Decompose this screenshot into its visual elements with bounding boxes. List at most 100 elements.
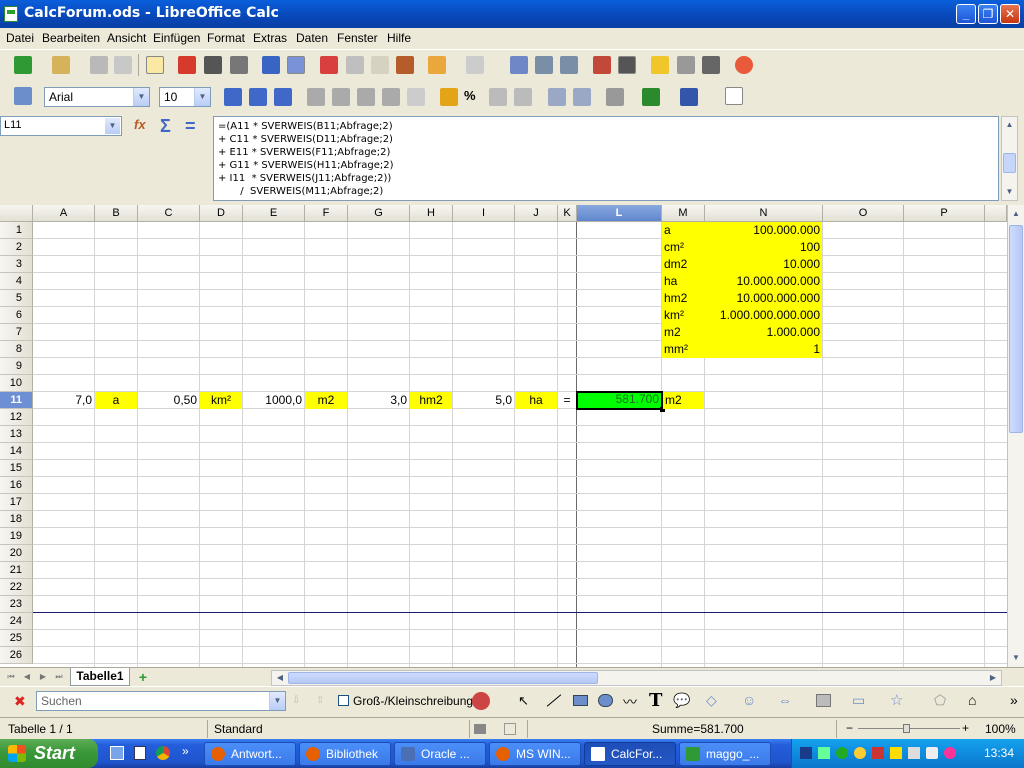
tray-volume-icon[interactable] (908, 747, 920, 759)
column-header[interactable]: B (95, 205, 138, 222)
cell-a11[interactable]: 7,0 (33, 392, 94, 409)
menu-extras[interactable]: Extras (253, 31, 287, 45)
column-header[interactable]: J (515, 205, 558, 222)
copy-icon[interactable] (346, 56, 364, 74)
cell-f11[interactable]: m2 (305, 392, 347, 409)
menu-fenster[interactable]: Fenster (337, 31, 378, 45)
help-icon[interactable] (735, 56, 753, 74)
row-header[interactable]: 26 (0, 647, 33, 664)
row-header[interactable]: 10 (0, 375, 33, 392)
name-box[interactable]: L11 ▼ (0, 116, 122, 136)
cell-d11[interactable]: km² (200, 392, 242, 409)
align-center-icon[interactable] (332, 88, 350, 106)
column-header[interactable]: A (33, 205, 95, 222)
sort-descending-icon[interactable] (560, 56, 578, 74)
row-header[interactable]: 3 (0, 256, 33, 273)
quicklaunch-chrome-icon[interactable] (156, 746, 170, 760)
row-header[interactable]: 4 (0, 273, 33, 290)
lookup-value-cell[interactable]: 1 (704, 341, 822, 358)
edit-mode-icon[interactable] (146, 56, 164, 74)
formula-scrollbar[interactable]: ▲ ▼ (1001, 116, 1018, 201)
lookup-value-cell[interactable]: 100.000.000 (704, 222, 822, 239)
row-header-active[interactable]: 11 (0, 392, 33, 409)
cell-b11[interactable]: a (95, 392, 137, 409)
export-pdf-icon[interactable] (178, 56, 196, 74)
lookup-unit-cell[interactable]: km² (662, 307, 704, 324)
find-replace-icon[interactable] (472, 692, 490, 710)
tray-app-icon[interactable] (872, 747, 884, 759)
callouts-icon[interactable]: ▭ (852, 692, 865, 709)
lookup-value-cell[interactable]: 1.000.000 (704, 324, 822, 341)
restore-button[interactable]: ❐ (978, 4, 998, 24)
symbol-shapes-icon[interactable]: ☺ (742, 692, 756, 708)
tray-signal-icon[interactable] (818, 747, 830, 759)
row-header[interactable]: 24 (0, 613, 33, 630)
increase-indent-icon[interactable] (573, 88, 591, 106)
select-all-corner[interactable] (0, 205, 33, 222)
horizontal-scroll-thumb[interactable] (288, 672, 598, 684)
quicklaunch-desktop-icon[interactable] (110, 746, 124, 760)
task-oracle-vm[interactable]: Oracle ... (394, 742, 486, 766)
formula-scroll-thumb[interactable] (1003, 153, 1016, 173)
row-header[interactable]: 1 (0, 222, 33, 239)
menu-daten[interactable]: Daten (296, 31, 328, 45)
prev-sheet-icon[interactable]: ◀ (20, 670, 34, 684)
row-header[interactable]: 8 (0, 341, 33, 358)
zoom-slider-thumb[interactable] (903, 724, 910, 733)
lookup-value-cell[interactable]: 10.000.000.000 (704, 273, 822, 290)
align-left-icon[interactable] (307, 88, 325, 106)
lookup-unit-cell[interactable]: m2 (662, 324, 704, 341)
column-header[interactable]: C (138, 205, 200, 222)
tray-network-icon[interactable] (800, 747, 812, 759)
start-button[interactable]: Start (0, 739, 98, 768)
lookup-value-cell[interactable]: 10.000.000.000 (704, 290, 822, 307)
find-next-icon[interactable]: ⇩ (292, 695, 300, 706)
task-ms-windows[interactable]: MS WIN... (489, 742, 581, 766)
stars-icon[interactable]: ☆ (890, 691, 903, 709)
currency-icon[interactable] (440, 88, 458, 106)
freeform-tool-icon[interactable]: 〰 (623, 692, 637, 712)
lookup-unit-cell[interactable]: hm2 (662, 290, 704, 307)
add-decimal-icon[interactable] (514, 88, 532, 106)
row-header[interactable]: 18 (0, 511, 33, 528)
row-header[interactable]: 13 (0, 426, 33, 443)
sidebar-toggle-icon[interactable] (725, 87, 743, 105)
column-header-active[interactable]: L (577, 205, 662, 222)
font-size-combo[interactable]: 10 ▼ (159, 87, 211, 107)
scroll-down-icon[interactable]: ▼ (1003, 185, 1016, 199)
function-wizard-icon[interactable]: fx (134, 117, 152, 135)
row-header[interactable]: 17 (0, 494, 33, 511)
zoom-in-icon[interactable]: + (962, 721, 969, 735)
row-header[interactable]: 6 (0, 307, 33, 324)
tray-sync-icon[interactable] (854, 747, 866, 759)
task-calcforum-active[interactable]: CalcFor... (584, 742, 676, 766)
column-header[interactable]: H (410, 205, 453, 222)
sheet-tab-tabelle1[interactable]: Tabelle1 (70, 668, 130, 686)
lookup-unit-cell[interactable]: a (662, 222, 704, 239)
formula-input[interactable]: =(A11 * SVERWEIS(B11;Abfrage;2) + C11 * S… (213, 116, 999, 201)
column-header[interactable]: P (904, 205, 985, 222)
cell-i11[interactable]: 5,0 (453, 392, 514, 409)
cell-m11[interactable]: m2 (663, 392, 704, 409)
tray-status-icon[interactable] (836, 747, 848, 759)
cell-h11[interactable]: hm2 (410, 392, 452, 409)
decrease-indent-icon[interactable] (548, 88, 566, 106)
column-header[interactable]: K (558, 205, 577, 222)
ellipse-tool-icon[interactable] (598, 694, 613, 707)
draw-functions-icon[interactable] (618, 56, 636, 74)
hyperlink-icon[interactable] (510, 56, 528, 74)
menu-hilfe[interactable]: Hilfe (387, 31, 411, 45)
lookup-unit-cell[interactable]: mm² (662, 341, 704, 358)
chart-icon[interactable] (593, 56, 611, 74)
print-icon[interactable] (204, 56, 222, 74)
open-folder-icon[interactable] (52, 56, 70, 74)
callout-tool-icon[interactable]: 💬 (673, 692, 690, 709)
task-maggo[interactable]: maggo_... (679, 742, 771, 766)
minimize-button[interactable]: _ (956, 4, 976, 24)
lookup-unit-cell[interactable]: dm2 (662, 256, 704, 273)
row-header[interactable]: 7 (0, 324, 33, 341)
row-header[interactable]: 2 (0, 239, 33, 256)
percent-icon[interactable]: % (464, 88, 482, 106)
task-firefox-bibliothek[interactable]: Bibliothek (299, 742, 391, 766)
close-findbar-icon[interactable]: ✖ (14, 693, 26, 710)
